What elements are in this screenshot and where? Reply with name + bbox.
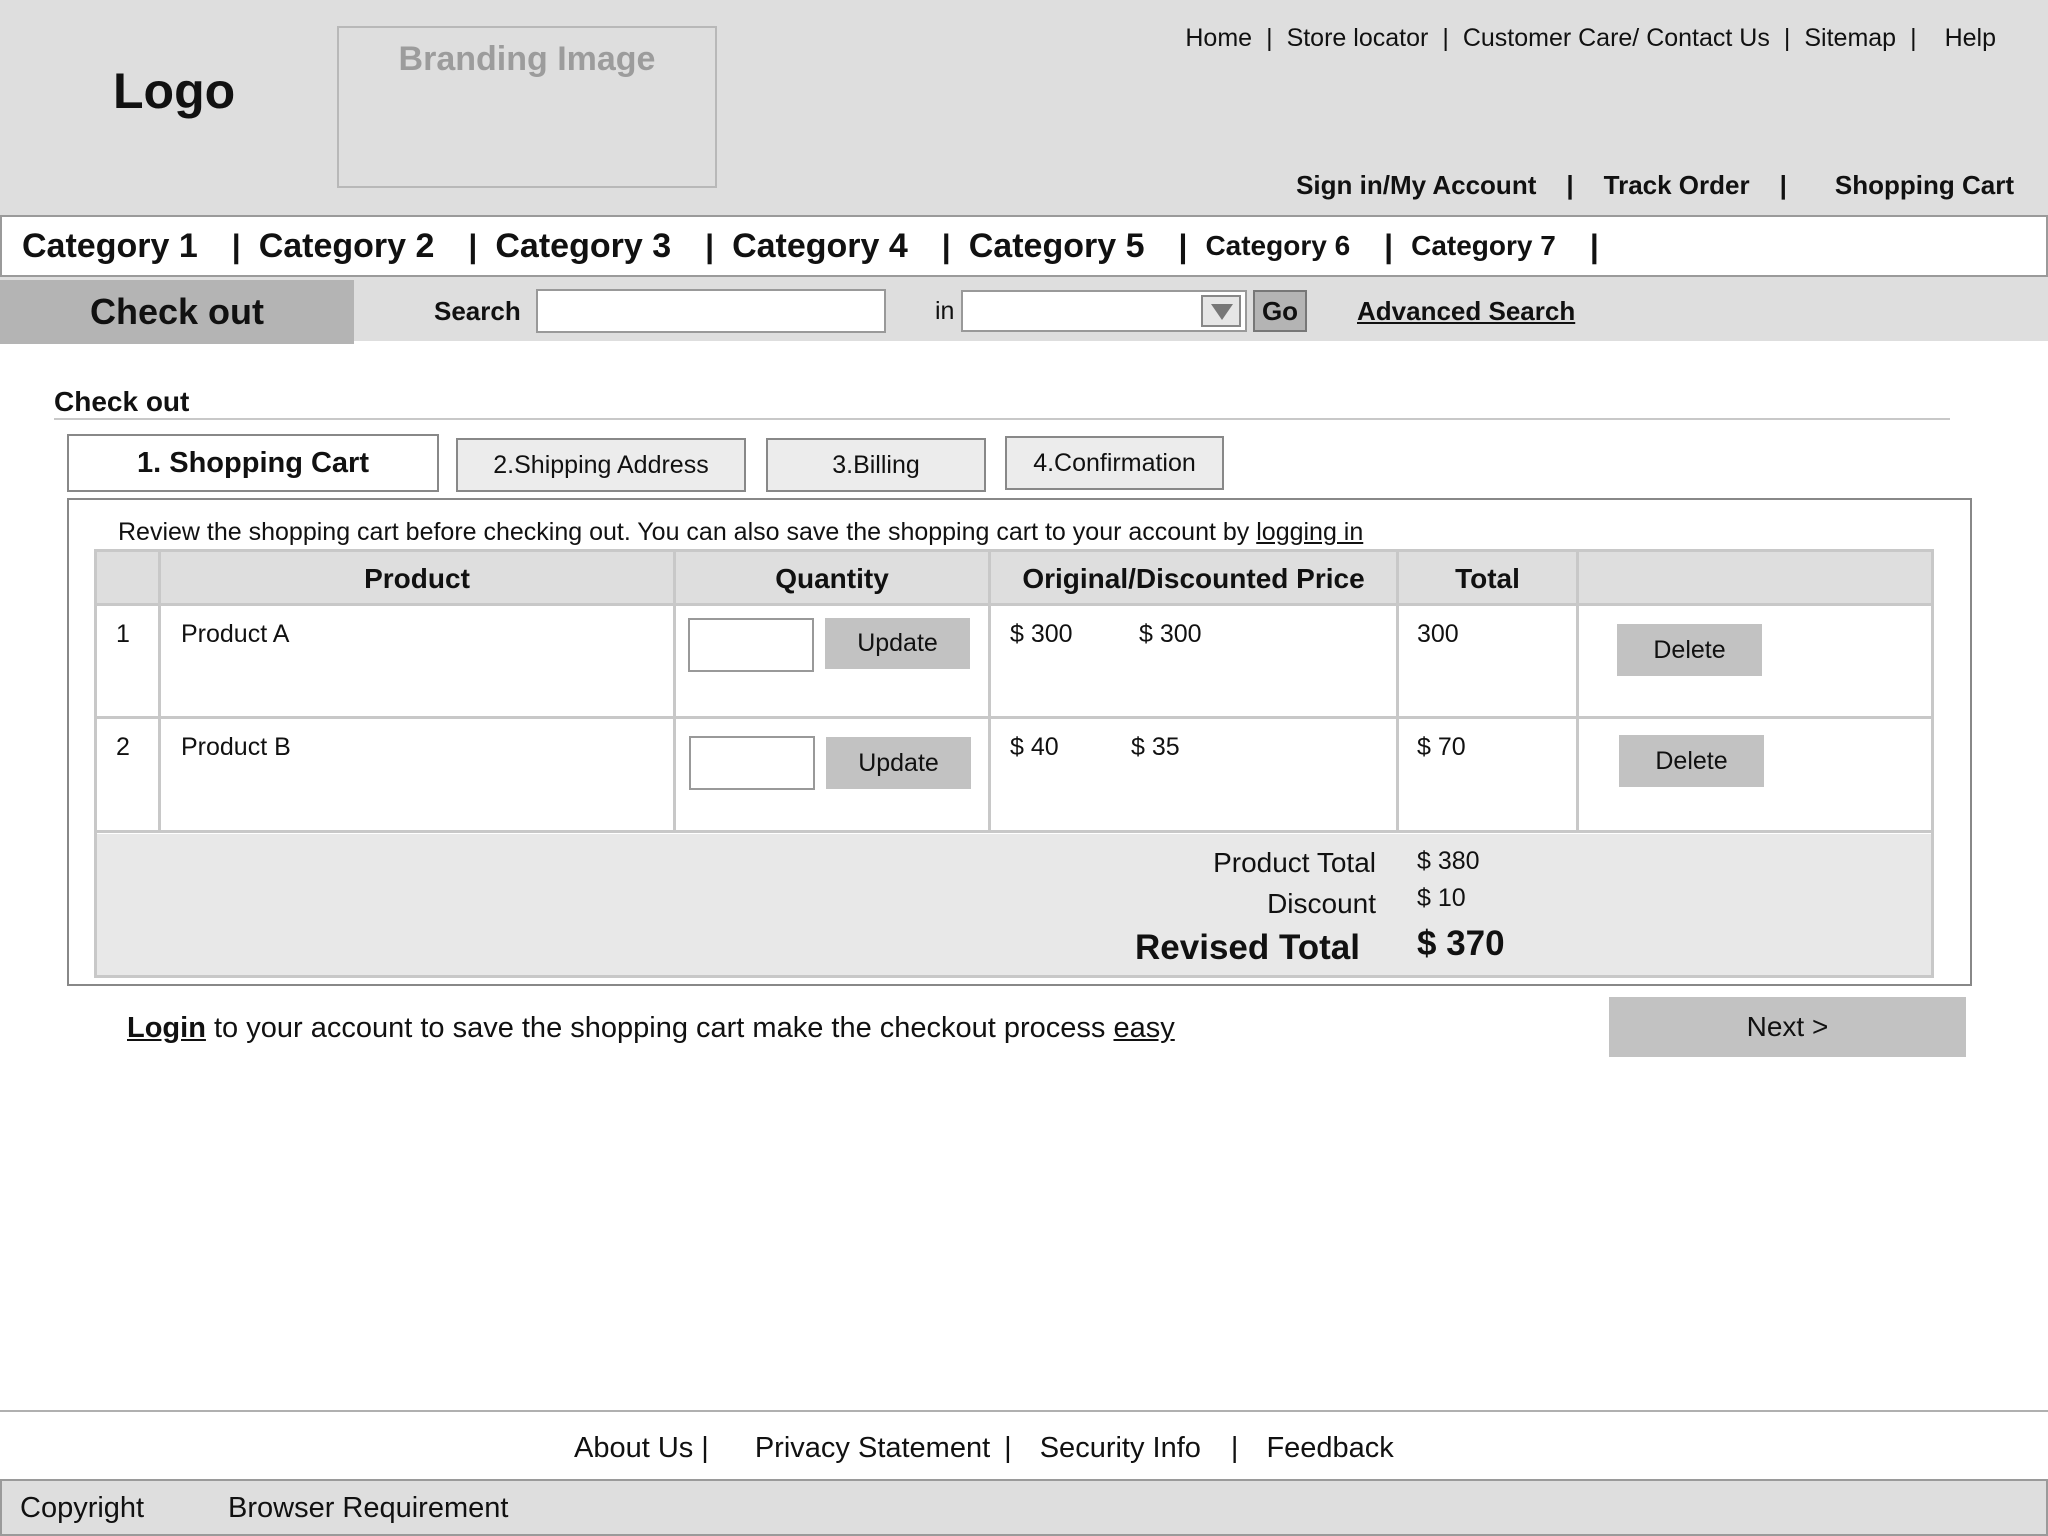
product-total-label: Product Total — [1213, 847, 1376, 878]
go-button[interactable]: Go — [1253, 290, 1307, 332]
browser-requirement-link[interactable]: Browser Requirement — [228, 1492, 508, 1525]
delete-button[interactable]: Delete — [1617, 624, 1762, 676]
footer-link-feedback[interactable]: Feedback — [1266, 1432, 1393, 1465]
product-name: Product B — [181, 733, 291, 761]
tab-confirmation[interactable]: 4.Confirmation — [1005, 436, 1224, 490]
top-link-sitemap[interactable]: Sitemap — [1804, 24, 1896, 53]
cart-intro: Review the shopping cart before checking… — [118, 518, 1363, 547]
separator: | — [1783, 24, 1791, 52]
separator: | — [1442, 24, 1449, 52]
separator: | — [1779, 170, 1787, 200]
login-link[interactable]: Login — [127, 1012, 206, 1044]
account-links: Sign in/My Account | Track Order | Shoppin… — [1296, 170, 2014, 201]
discount-label: Discount — [1267, 888, 1376, 919]
divider — [54, 418, 1950, 420]
column-header-product: Product — [364, 563, 470, 594]
logo[interactable]: Logo — [113, 62, 235, 120]
tab-shopping-cart[interactable]: 1. Shopping Cart — [67, 434, 439, 492]
cart-intro-text: Review the shopping cart before checking… — [118, 518, 1257, 546]
separator: | — [231, 227, 241, 264]
branding-image-label: Branding Image — [398, 40, 656, 78]
separator: | — [701, 1432, 709, 1464]
category-3[interactable]: Category 3 — [495, 227, 671, 266]
advanced-search-link[interactable]: Advanced Search — [1357, 296, 1575, 327]
login-prompt: Login to your account to save the shoppi… — [127, 1012, 1175, 1045]
quantity-input[interactable] — [688, 618, 814, 672]
update-button[interactable]: Update — [825, 618, 970, 669]
page-title: Check out — [54, 386, 190, 417]
top-link-home[interactable]: Home — [1185, 24, 1252, 53]
separator: | — [941, 227, 951, 264]
login-prompt-text: to your account to save the shopping car… — [205, 1012, 1114, 1044]
footer-divider — [0, 1410, 2048, 1412]
category-1[interactable]: Category 1 — [22, 227, 198, 266]
search-input[interactable] — [536, 289, 886, 333]
track-order-link[interactable]: Track Order — [1604, 170, 1750, 201]
top-link-customer-care[interactable]: Customer Care/ Contact Us — [1463, 24, 1770, 53]
search-label: Search — [434, 296, 521, 326]
separator: | — [1004, 1432, 1012, 1464]
column-header-total: Total — [1455, 563, 1520, 594]
row-total: 300 — [1417, 620, 1459, 648]
search-scope-dropdown[interactable] — [961, 290, 1247, 332]
row-number: 2 — [116, 733, 130, 761]
update-button[interactable]: Update — [826, 737, 971, 789]
totals-section — [97, 834, 1931, 975]
row-divider — [97, 830, 1931, 833]
next-button[interactable]: Next > — [1609, 997, 1966, 1057]
row-divider — [97, 603, 1931, 606]
search-scope-label: in — [935, 297, 955, 325]
revised-total-label: Revised Total — [1135, 928, 1360, 967]
row-total: $ 70 — [1417, 733, 1466, 761]
separator: | — [1266, 24, 1273, 52]
footer-link-about-us[interactable]: About Us — [574, 1432, 693, 1465]
category-4[interactable]: Category 4 — [732, 227, 908, 266]
revised-total-value: $ 370 — [1417, 924, 1505, 963]
delete-button[interactable]: Delete — [1619, 735, 1764, 787]
easy-link[interactable]: easy — [1114, 1012, 1175, 1044]
discounted-price: $ 300 — [1139, 620, 1202, 648]
product-name: Product A — [181, 620, 290, 648]
separator: | — [1230, 1432, 1239, 1464]
top-link-store-locator[interactable]: Store locator — [1287, 24, 1429, 53]
separator: | — [1384, 227, 1394, 264]
footer-link-security[interactable]: Security Info — [1040, 1432, 1201, 1465]
chevron-down-icon[interactable] — [1201, 295, 1241, 327]
original-price: $ 40 — [1010, 733, 1059, 761]
section-label: Check out — [0, 280, 354, 344]
tab-shipping-address[interactable]: 2.Shipping Address — [456, 438, 746, 492]
copyright-link[interactable]: Copyright — [20, 1492, 144, 1525]
quantity-input[interactable] — [689, 736, 815, 790]
original-price: $ 300 — [1010, 620, 1073, 648]
separator: | — [705, 227, 715, 264]
discounted-price: $ 35 — [1131, 733, 1180, 761]
category-nav: Category 1 | Category 2 | Category 3 | Cate… — [0, 215, 2048, 277]
separator: | — [1910, 24, 1917, 52]
category-5[interactable]: Category 5 — [969, 227, 1145, 266]
category-7[interactable]: Category 7 — [1411, 230, 1556, 262]
discount-value: $ 10 — [1417, 884, 1466, 912]
row-number: 1 — [116, 620, 130, 648]
separator: | — [1566, 170, 1574, 200]
column-header-price: Original/Discounted Price — [1022, 563, 1365, 594]
separator: | — [1178, 227, 1188, 264]
shopping-cart-link[interactable]: Shopping Cart — [1835, 170, 2014, 201]
column-header-quantity: Quantity — [775, 563, 889, 594]
row-divider — [97, 716, 1931, 719]
branding-image: Branding Image — [337, 26, 717, 188]
column-divider — [1576, 552, 1579, 832]
category-6[interactable]: Category 6 — [1205, 230, 1350, 262]
footer-links: About Us | Privacy Statement | Security In… — [574, 1432, 1394, 1465]
sign-in-link[interactable]: Sign in/My Account — [1296, 170, 1536, 201]
separator: | — [468, 227, 478, 264]
top-link-help[interactable]: Help — [1945, 24, 1996, 53]
top-links: Home | Store locator | Customer Care/ Cont… — [1185, 24, 1996, 53]
separator: | — [1589, 227, 1599, 264]
tab-billing[interactable]: 3.Billing — [766, 438, 986, 492]
footer-link-privacy[interactable]: Privacy Statement — [755, 1432, 990, 1465]
category-2[interactable]: Category 2 — [259, 227, 435, 266]
product-total-value: $ 380 — [1417, 847, 1480, 875]
logging-in-link[interactable]: logging in — [1256, 518, 1363, 546]
